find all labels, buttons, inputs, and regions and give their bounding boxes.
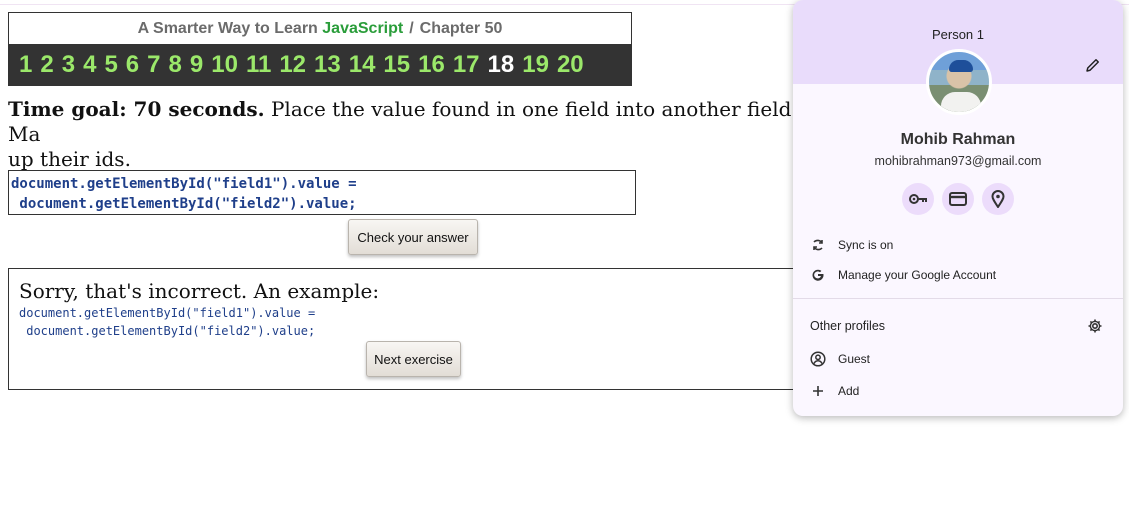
add-profile-label: Add	[838, 384, 860, 398]
title-separator: /	[409, 19, 414, 37]
answer-input[interactable]	[8, 170, 636, 215]
avatar	[926, 49, 992, 115]
exercise-link-18[interactable]: 18	[488, 51, 515, 79]
person-label: Person 1	[931, 27, 985, 42]
addresses-button[interactable]	[982, 183, 1014, 215]
manage-account-label: Manage your Google Account	[838, 268, 997, 282]
exercise-link-20[interactable]: 20	[557, 51, 584, 79]
exercise-link-1[interactable]: 1	[19, 51, 32, 79]
exercise-link-16[interactable]: 16	[418, 51, 445, 79]
other-profiles-title: Other profiles	[810, 319, 886, 333]
password-key-icon	[909, 194, 927, 204]
example-code-line1: document.getElementById("field1").value …	[19, 306, 316, 320]
feedback-message: Sorry, that's incorrect. An example:	[19, 279, 380, 303]
payment-card-icon	[949, 192, 967, 206]
profile-email: mohibrahman973@gmail.com	[874, 154, 1042, 168]
sync-icon	[809, 236, 827, 254]
menu-divider	[793, 298, 1123, 299]
guest-label: Guest	[838, 352, 871, 366]
plus-icon	[809, 382, 827, 400]
example-code-line2: document.getElementById("field2").value;	[19, 324, 316, 338]
exercise-link-12[interactable]: 12	[279, 51, 306, 79]
exercise-link-15[interactable]: 15	[383, 51, 410, 79]
payment-methods-button[interactable]	[942, 183, 974, 215]
check-answer-button[interactable]: Check your answer	[348, 219, 478, 255]
exercise-link-10[interactable]: 10	[211, 51, 238, 79]
title-prefix: A Smarter Way to Learn	[137, 19, 318, 37]
exercise-link-14[interactable]: 14	[349, 51, 376, 79]
exercise-link-13[interactable]: 13	[314, 51, 341, 79]
gear-icon[interactable]	[1087, 318, 1103, 334]
exercise-link-3[interactable]: 3	[62, 51, 75, 79]
task-description: Time goal: 70 seconds. Place the value f…	[8, 97, 798, 172]
exercise-link-6[interactable]: 6	[126, 51, 139, 79]
avatar-cap	[949, 60, 973, 72]
google-g-icon	[809, 266, 827, 284]
title-brand[interactable]: JavaScript	[322, 20, 403, 38]
exercise-navigation: 1 2 3 4 5 6 7 8 9 10 11 12 13 14 15 16 17 18 19 20	[9, 44, 631, 86]
exercise-link-11[interactable]: 11	[246, 51, 271, 79]
manage-account-row[interactable]: Manage your Google Account	[793, 260, 1123, 290]
profile-name: Mohib Rahman	[900, 131, 1016, 148]
edit-pencil-icon[interactable]	[1084, 56, 1102, 74]
sync-row[interactable]: Sync is on	[793, 230, 1123, 260]
add-profile-row[interactable]: Add	[793, 376, 1123, 406]
exercise-link-17[interactable]: 17	[453, 51, 480, 79]
passwords-button[interactable]	[902, 183, 934, 215]
exercise-link-8[interactable]: 8	[169, 51, 182, 79]
guest-profile-row[interactable]: Guest	[793, 344, 1123, 374]
exercise-link-19[interactable]: 19	[522, 51, 549, 79]
guest-person-icon	[809, 350, 827, 368]
avatar-shirt	[941, 92, 981, 112]
course-header: A Smarter Way to Learn JavaScript / Chapte…	[8, 12, 632, 86]
time-goal: Time goal: 70 seconds.	[8, 97, 265, 121]
next-exercise-button[interactable]: Next exercise	[366, 341, 461, 377]
exercise-link-9[interactable]: 9	[190, 51, 203, 79]
sync-status: Sync is on	[838, 238, 894, 252]
task-text-line2: up their ids.	[8, 147, 131, 171]
exercise-link-5[interactable]: 5	[104, 51, 117, 79]
location-pin-icon	[991, 190, 1005, 208]
exercise-link-4[interactable]: 4	[83, 51, 96, 79]
chapter-label: Chapter 50	[419, 19, 503, 37]
exercise-link-7[interactable]: 7	[147, 51, 160, 79]
course-title: A Smarter Way to Learn JavaScript / Chapte…	[9, 13, 631, 44]
exercise-link-2[interactable]: 2	[40, 51, 53, 79]
profile-menu: Person 1 Mohib Rahman mohibrahman973@gma…	[793, 0, 1123, 416]
example-code: document.getElementById("field1").value …	[19, 304, 315, 340]
